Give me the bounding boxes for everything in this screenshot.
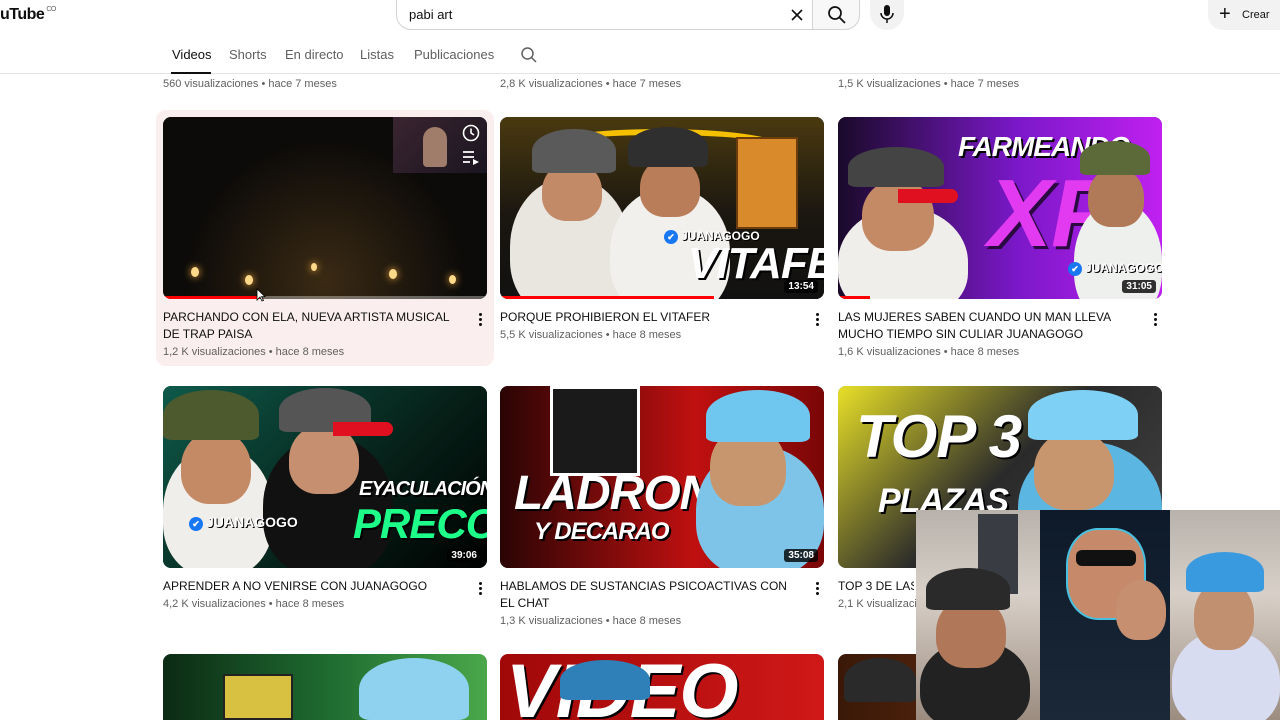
create-label: Crear	[1242, 9, 1270, 21]
video-title[interactable]: PORQUE PROHIBIERON EL VITAFER	[500, 309, 800, 326]
verified-channel-badge: JUANAGOGO	[189, 514, 298, 531]
poster-frame	[223, 674, 293, 720]
tab-playlists[interactable]: Listas	[360, 47, 394, 62]
candle-light	[389, 269, 397, 279]
video-title[interactable]: LAS MUJERES SABEN CUANDO UN MAN LLEVA MU…	[838, 309, 1138, 343]
video-thumbnail[interactable]: VIDEO	[500, 654, 824, 720]
candle-light	[311, 263, 317, 271]
watch-later-icon[interactable]	[461, 123, 481, 143]
video-meta: 1,6 K visualizaciones • hace 8 meses	[838, 346, 1020, 358]
cap	[628, 127, 708, 167]
video-meta: 560 visualizaciones • hace 7 meses	[163, 78, 337, 90]
video-thumbnail[interactable]	[163, 654, 487, 720]
hover-scrub-bar[interactable]	[163, 296, 261, 299]
video-title[interactable]: HABLAMOS DE SUSTANCIAS PSICOACTIVAS CON …	[500, 578, 800, 612]
tab-videos[interactable]: Videos	[172, 47, 212, 62]
video-thumbnail[interactable]: LADRON Y DECARAO 35:08	[500, 386, 824, 568]
person-face	[181, 430, 251, 504]
video-duration: 31:05	[1122, 280, 1156, 293]
video-duration: 39:06	[447, 549, 481, 562]
video-title[interactable]: PARCHANDO CON ELA, NUEVA ARTISTA MUSICAL…	[163, 309, 463, 343]
video-meta: 1,5 K visualizaciones • hace 7 meses	[838, 78, 1020, 90]
cap	[1028, 390, 1138, 440]
watch-progress-bar	[500, 296, 714, 299]
active-tab-indicator	[171, 72, 211, 74]
product-box	[736, 137, 798, 229]
plus-icon: +	[1219, 3, 1231, 25]
candle-light	[449, 275, 456, 284]
more-options-icon[interactable]	[474, 312, 486, 328]
cap	[848, 147, 944, 187]
more-options-icon[interactable]	[811, 312, 823, 328]
top-bar: uTube CO pabi art + Crear	[0, 0, 1280, 34]
cap	[560, 660, 650, 700]
video-duration: 13:54	[784, 280, 818, 293]
cap-brim	[898, 189, 958, 203]
cap	[1186, 552, 1264, 592]
artwork-sunglasses	[1076, 550, 1136, 566]
watch-progress-bar	[838, 296, 871, 299]
video-thumbnail[interactable]	[163, 117, 487, 299]
video-thumbnail[interactable]: FARMEANDO XP JUANAGOGO 31:05	[838, 117, 1162, 299]
cap	[532, 129, 616, 173]
logo-text: uTube	[0, 6, 45, 23]
video-meta: 5,5 K visualizaciones • hace 8 meses	[500, 329, 682, 341]
photo-inset	[550, 386, 640, 476]
close-icon	[791, 9, 803, 21]
video-meta: 1,2 K visualizaciones • hace 8 meses	[163, 346, 345, 358]
channel-search-icon[interactable]	[520, 46, 538, 64]
search-box[interactable]: pabi art	[396, 0, 812, 30]
logo-country: CO	[46, 6, 56, 13]
add-to-queue-icon[interactable]	[461, 149, 481, 167]
tab-posts[interactable]: Publicaciones	[414, 47, 494, 62]
person-face	[1088, 167, 1144, 227]
mouse-cursor-icon	[256, 288, 266, 302]
more-options-icon[interactable]	[474, 581, 486, 597]
video-title[interactable]: APRENDER A NO VENIRSE CON JUANAGOGO	[163, 578, 463, 595]
search-input[interactable]: pabi art	[409, 7, 452, 22]
thumbnail-overlay-subtitle: LADRON	[514, 467, 714, 520]
channel-tabs: Videos Shorts En directo Listas Publicac…	[0, 34, 1280, 74]
cap	[844, 658, 916, 702]
clear-search-button[interactable]	[786, 4, 808, 26]
microphone-icon	[880, 5, 894, 23]
video-thumbnail[interactable]: JUANAGOGO VITAFER 13:54	[500, 117, 824, 299]
cap	[163, 390, 259, 440]
thumbnail-overlay-subtitle: TOP 3	[856, 403, 1022, 470]
cap	[359, 658, 469, 720]
more-options-icon[interactable]	[1149, 312, 1161, 328]
person-figure	[423, 127, 447, 167]
more-options-icon[interactable]	[811, 581, 823, 597]
create-button[interactable]: + Crear	[1208, 0, 1280, 30]
search-button[interactable]	[812, 0, 860, 30]
video-meta: 2,8 K visualizaciones • hace 7 meses	[500, 78, 682, 90]
cap	[1080, 141, 1150, 175]
candle-light	[245, 275, 253, 285]
cap	[926, 568, 1010, 610]
thumbnail-overlay-text: PRECOZ	[353, 500, 487, 547]
video-meta: 2,1 K visualizaci	[838, 598, 916, 610]
youtube-logo[interactable]: uTube CO	[0, 6, 56, 24]
search-icon	[828, 6, 846, 24]
tab-shorts[interactable]: Shorts	[229, 47, 267, 62]
video-meta: 4,2 K visualizaciones • hace 8 meses	[163, 598, 345, 610]
verified-channel-badge: JUANAGOGO	[1068, 261, 1162, 276]
tab-live[interactable]: En directo	[285, 47, 344, 62]
cap-brim	[333, 422, 393, 436]
candle-light	[191, 267, 199, 277]
video-meta: 1,3 K visualizaciones • hace 8 meses	[500, 615, 682, 627]
thumbnail-overlay-text: Y DECARAO	[534, 518, 670, 545]
streamer-webcam-overlay	[916, 510, 1280, 720]
person-face	[1116, 580, 1166, 640]
voice-search-button[interactable]	[870, 0, 904, 30]
video-title[interactable]: TOP 3 DE LAS	[838, 578, 914, 595]
video-thumbnail[interactable]: EYACULACIÓN PRECOZ JUANAGOGO 39:06	[163, 386, 487, 568]
thumbnail-overlay-subtitle: EYACULACIÓN	[359, 478, 487, 500]
person-face	[1034, 430, 1114, 510]
video-duration: 35:08	[784, 549, 818, 562]
cap	[706, 390, 810, 442]
